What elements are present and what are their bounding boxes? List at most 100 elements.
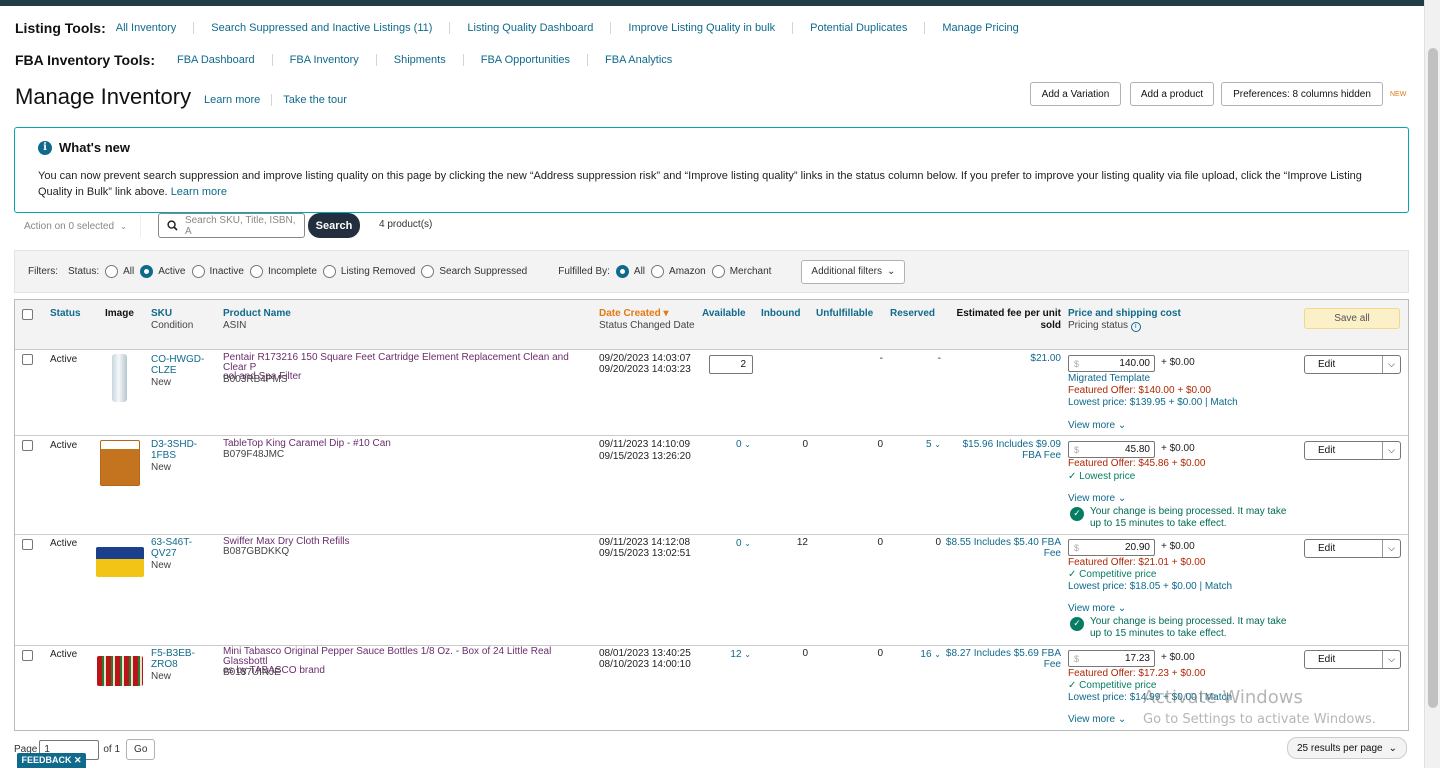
select-all-checkbox[interactable] bbox=[22, 309, 33, 320]
fulfilled-radio-all[interactable] bbox=[615, 265, 629, 278]
row-checkbox[interactable] bbox=[22, 440, 33, 451]
price-input[interactable]: $140.00 bbox=[1068, 355, 1155, 372]
chevron-down-icon[interactable]: ⌵ bbox=[1382, 540, 1400, 557]
row-checkbox[interactable] bbox=[22, 354, 33, 365]
row-sku[interactable]: D3-3SHD- 1FBS bbox=[151, 439, 197, 461]
table-row: Active 63-S46T- QV27 New Swiffer Max Dry … bbox=[15, 535, 1408, 646]
edit-button[interactable]: Edit ⌵ bbox=[1304, 355, 1401, 374]
chevron-down-icon: ⌄ bbox=[744, 539, 751, 548]
header-reserved[interactable]: Reserved bbox=[890, 308, 935, 320]
link-fba-opportunities[interactable]: FBA Opportunities bbox=[462, 54, 587, 66]
preferences-button[interactable]: Preferences: 8 columns hidden bbox=[1221, 82, 1383, 106]
status-radio-incomplete[interactable] bbox=[249, 265, 263, 278]
view-more-link[interactable]: View more ⌄ bbox=[1068, 420, 1126, 433]
link-manage-pricing[interactable]: Manage Pricing bbox=[924, 22, 1035, 34]
row-date-created: 08/01/2023 13:40:25 bbox=[599, 648, 691, 659]
header-date-created[interactable]: Date Created ▾ Status Changed Date bbox=[599, 308, 695, 332]
header-sku[interactable]: SKU Condition bbox=[151, 308, 193, 332]
bulk-action-dropdown[interactable]: Action on 0 selected ⌄ bbox=[15, 215, 141, 237]
product-image[interactable] bbox=[97, 656, 143, 686]
row-available[interactable]: 0 ⌄ bbox=[715, 439, 751, 450]
results-per-page-select[interactable]: 25 results per page ⌄ bbox=[1287, 737, 1407, 759]
link-potential-duplicates[interactable]: Potential Duplicates bbox=[792, 22, 924, 34]
status-radio-inactive[interactable] bbox=[191, 265, 205, 278]
row-product-name[interactable]: TableTop King Caramel Dip - #10 Can bbox=[223, 438, 391, 449]
view-more-link[interactable]: View more ⌄ bbox=[1068, 493, 1126, 506]
migrated-template-link[interactable]: Migrated Template bbox=[1068, 373, 1150, 386]
link-fba-analytics[interactable]: FBA Analytics bbox=[587, 54, 689, 66]
search-button[interactable]: Search bbox=[308, 213, 360, 238]
edit-button[interactable]: Edit ⌵ bbox=[1304, 539, 1401, 558]
link-improve-listing-quality[interactable]: Improve Listing Quality in bulk bbox=[610, 22, 792, 34]
lowest-price[interactable]: Lowest price: $139.95 + $0.00 | Match bbox=[1068, 397, 1238, 410]
row-inbound: 0 bbox=[802, 439, 808, 450]
info-icon[interactable]: i bbox=[1130, 322, 1141, 332]
fulfilled-radio-merchant[interactable] bbox=[711, 265, 725, 278]
title-links: Learn more Take the tour bbox=[204, 94, 358, 106]
link-fba-dashboard[interactable]: FBA Dashboard bbox=[177, 54, 272, 66]
view-more-link[interactable]: View more ⌄ bbox=[1068, 603, 1126, 616]
row-status-changed: 08/10/2023 14:00:10 bbox=[599, 659, 691, 670]
price-input[interactable]: $20.90 bbox=[1068, 539, 1155, 556]
header-product-name[interactable]: Product Name ASIN bbox=[223, 308, 291, 332]
header-price[interactable]: Price and shipping cost Pricing status i bbox=[1068, 308, 1181, 332]
search-input[interactable]: Search SKU, Title, ISBN, A bbox=[158, 213, 305, 238]
header-inbound[interactable]: Inbound bbox=[761, 308, 800, 320]
learn-more-link[interactable]: Learn more bbox=[204, 94, 271, 106]
link-all-inventory[interactable]: All Inventory bbox=[116, 22, 194, 34]
product-image[interactable] bbox=[112, 354, 127, 402]
row-reserved[interactable]: 16 ⌄ bbox=[905, 649, 941, 660]
row-fee-line2: Fee bbox=[1043, 548, 1061, 559]
header-status[interactable]: Status bbox=[50, 308, 81, 320]
chevron-down-icon[interactable]: ⌵ bbox=[1382, 442, 1400, 459]
status-radio-search-suppressed[interactable] bbox=[421, 265, 435, 278]
chevron-down-icon[interactable]: ⌵ bbox=[1382, 651, 1400, 668]
row-sku-line2: ZRO8 bbox=[151, 659, 178, 670]
fulfilled-radio-amazon[interactable] bbox=[651, 265, 665, 278]
available-quantity-input[interactable]: 2 bbox=[709, 355, 753, 374]
row-unfulfillable: 0 bbox=[877, 439, 883, 450]
link-listing-quality-dashboard[interactable]: Listing Quality Dashboard bbox=[449, 22, 610, 34]
status-radio-listing-removed[interactable] bbox=[322, 265, 336, 278]
page-scrollbar[interactable] bbox=[1424, 0, 1440, 768]
chevron-down-icon[interactable]: ⌵ bbox=[1382, 356, 1400, 373]
price-input[interactable]: $45.80 bbox=[1068, 441, 1155, 458]
header-unfulfillable[interactable]: Unfulfillable bbox=[816, 308, 873, 320]
status-radio-active[interactable] bbox=[140, 265, 154, 278]
add-variation-button[interactable]: Add a Variation bbox=[1030, 82, 1121, 106]
row-sku[interactable]: CO-HWGD- CLZE bbox=[151, 354, 204, 376]
scrollbar-thumb[interactable] bbox=[1428, 48, 1438, 708]
edit-button[interactable]: Edit ⌵ bbox=[1304, 650, 1401, 669]
top-bar bbox=[0, 0, 1424, 6]
row-available[interactable]: 0 ⌄ bbox=[715, 538, 751, 549]
row-checkbox[interactable] bbox=[22, 539, 33, 550]
edit-button[interactable]: Edit ⌵ bbox=[1304, 441, 1401, 460]
header-available[interactable]: Available bbox=[702, 308, 746, 320]
feedback-button[interactable]: FEEDBACK ✕ bbox=[17, 753, 86, 768]
watermark-line1: Activate Windows bbox=[1143, 687, 1303, 708]
take-tour-link[interactable]: Take the tour bbox=[271, 94, 358, 106]
new-badge: NEW bbox=[1390, 91, 1407, 98]
go-button[interactable]: Go bbox=[126, 739, 156, 760]
save-all-button[interactable]: Save all bbox=[1304, 308, 1400, 329]
lowest-price[interactable]: Lowest price: $18.05 + $0.00 | Match bbox=[1068, 581, 1232, 594]
price-input[interactable]: $17.23 bbox=[1068, 650, 1155, 667]
whats-new-title: What's new bbox=[59, 140, 130, 155]
status-radio-all[interactable] bbox=[105, 265, 119, 278]
add-product-button[interactable]: Add a product bbox=[1130, 82, 1214, 106]
row-sku[interactable]: 63-S46T- QV27 bbox=[151, 537, 192, 559]
product-image[interactable] bbox=[100, 440, 140, 486]
view-more-link[interactable]: View more ⌄ bbox=[1068, 714, 1126, 727]
whats-new-learn-more[interactable]: Learn more bbox=[171, 186, 227, 198]
link-shipments[interactable]: Shipments bbox=[375, 54, 463, 66]
row-reserved[interactable]: 5 ⌄ bbox=[911, 439, 941, 450]
watermark-line2: Go to Settings to activate Windows. bbox=[1143, 712, 1376, 727]
additional-filters-button[interactable]: Additional filters ⌄ bbox=[801, 259, 906, 284]
link-search-suppressed[interactable]: Search Suppressed and Inactive Listings … bbox=[193, 22, 449, 34]
link-fba-inventory[interactable]: FBA Inventory bbox=[271, 54, 376, 66]
row-checkbox[interactable] bbox=[22, 650, 33, 661]
row-available[interactable]: 12 ⌄ bbox=[715, 649, 751, 660]
row-sku[interactable]: F5-B3EB- ZRO8 bbox=[151, 648, 195, 670]
row-fee-line2: FBA Fee bbox=[1022, 450, 1061, 461]
product-image[interactable] bbox=[96, 547, 144, 577]
